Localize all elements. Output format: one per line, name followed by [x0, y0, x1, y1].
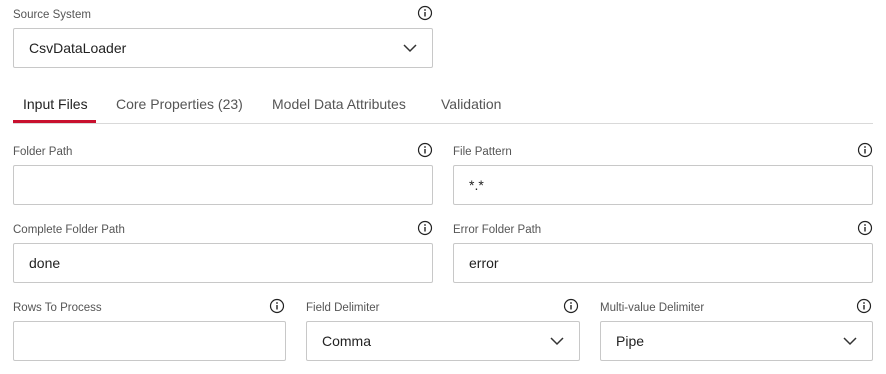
file-pattern-field: File Pattern *.* — [453, 142, 873, 206]
multi-value-delimiter-field: Multi-value Delimiter Pipe — [600, 298, 873, 362]
field-delimiter-label: Field Delimiter — [306, 302, 380, 314]
complete-folder-path-field: Complete Folder Path done — [13, 220, 433, 284]
multi-value-delimiter-value: Pipe — [616, 333, 645, 349]
info-circle-icon[interactable] — [417, 220, 433, 236]
multi-value-delimiter-select[interactable]: Pipe — [600, 321, 873, 361]
info-circle-icon[interactable] — [857, 220, 873, 236]
rows-to-process-field: Rows To Process — [13, 298, 286, 362]
tab-model-data-attributes[interactable]: Model Data Attributes — [272, 96, 406, 112]
field-delimiter-field: Field Delimiter Comma — [306, 298, 580, 362]
file-pattern-value: *.* — [469, 177, 484, 193]
file-pattern-input[interactable]: *.* — [453, 165, 873, 205]
tab-validation[interactable]: Validation — [441, 96, 501, 112]
rows-to-process-label: Rows To Process — [13, 302, 102, 314]
source-system-select[interactable]: CsvDataLoader — [13, 28, 433, 68]
info-circle-icon[interactable] — [856, 298, 872, 314]
source-system-field: Source System CsvDataLoader — [13, 5, 433, 69]
folder-path-field: Folder Path — [13, 142, 433, 206]
tab-core-properties[interactable]: Core Properties (23) — [116, 96, 243, 112]
file-pattern-label: File Pattern — [453, 146, 512, 158]
folder-path-input[interactable] — [13, 165, 433, 205]
error-folder-path-field: Error Folder Path error — [453, 220, 873, 284]
rows-to-process-input[interactable] — [13, 321, 286, 361]
chevron-down-icon — [403, 44, 417, 53]
info-circle-icon[interactable] — [417, 5, 433, 21]
field-delimiter-value: Comma — [322, 333, 372, 349]
error-folder-path-input[interactable]: error — [453, 243, 873, 283]
source-system-value: CsvDataLoader — [29, 40, 127, 56]
info-circle-icon[interactable] — [417, 142, 433, 158]
info-circle-icon[interactable] — [563, 298, 579, 314]
error-folder-path-label: Error Folder Path — [453, 224, 542, 236]
error-folder-path-value: error — [469, 255, 499, 271]
active-tab-indicator — [13, 120, 96, 123]
tab-input-files[interactable]: Input Files — [23, 96, 88, 112]
tab-bar: Input Files Core Properties (23) Model D… — [13, 90, 873, 124]
complete-folder-path-input[interactable]: done — [13, 243, 433, 283]
complete-folder-path-value: done — [29, 255, 61, 271]
source-system-label: Source System — [13, 9, 91, 21]
field-delimiter-select[interactable]: Comma — [306, 321, 580, 361]
multi-value-delimiter-label: Multi-value Delimiter — [600, 302, 705, 314]
chevron-down-icon — [550, 337, 564, 346]
folder-path-label: Folder Path — [13, 146, 73, 158]
complete-folder-path-label: Complete Folder Path — [13, 224, 125, 236]
info-circle-icon[interactable] — [857, 142, 873, 158]
chevron-down-icon — [843, 337, 857, 346]
info-circle-icon[interactable] — [269, 298, 285, 314]
